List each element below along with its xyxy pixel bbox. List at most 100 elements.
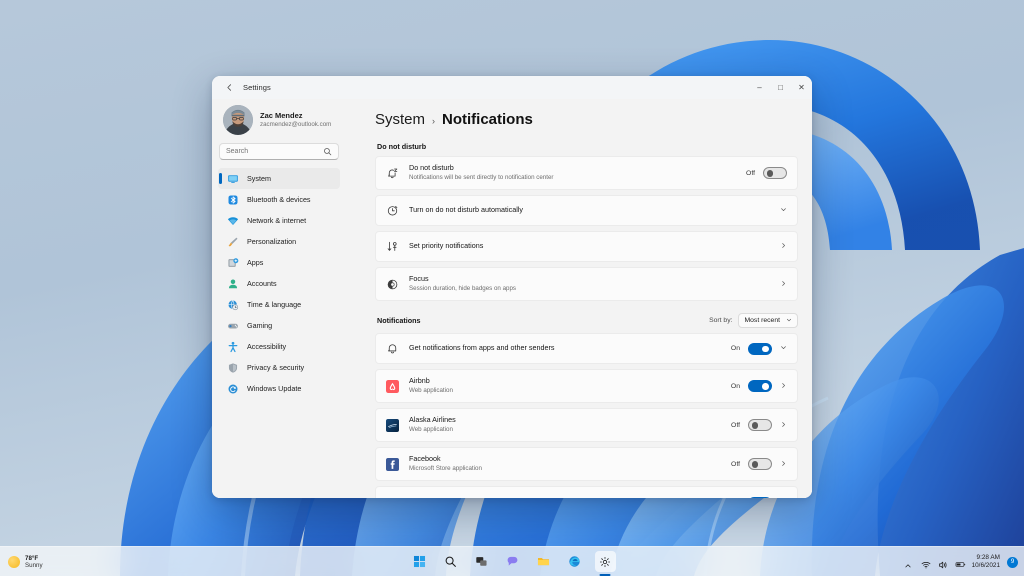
card-get-notifications[interactable]: Get notifications from apps and other se… [375, 333, 798, 364]
sidebar-item-windows-update[interactable]: Windows Update [218, 378, 340, 399]
tray-expand-chevron-icon[interactable] [904, 557, 914, 567]
card-app-facebook[interactable]: Facebook Microsoft Store application Off [375, 447, 798, 481]
gamepad-icon [227, 320, 239, 332]
card-focus[interactable]: Focus Session duration, hide badges on a… [375, 267, 798, 301]
taskbar-apps [409, 551, 616, 572]
sidebar-item-privacy-security[interactable]: Privacy & security [218, 357, 340, 378]
microsoft-teams-toggle[interactable] [748, 497, 772, 498]
chevron-down-icon[interactable] [780, 206, 787, 215]
chat-button[interactable] [502, 551, 523, 572]
start-button[interactable] [409, 551, 430, 572]
update-icon [227, 383, 239, 395]
search-button[interactable] [440, 551, 461, 572]
airbnb-toggle[interactable] [748, 380, 772, 392]
sidebar-item-gaming[interactable]: Gaming [218, 315, 340, 336]
card-texts: Turn on do not disturb automatically [409, 206, 770, 215]
system-tray: 9:28 AM 10/6/2021 9 [904, 547, 1018, 576]
shield-icon [227, 362, 239, 374]
card-app-microsoft-teams[interactable]: Microsoft Teams On [375, 486, 798, 498]
sidebar: Zac Mendez zacmendez@outlook.com Search [212, 99, 346, 498]
sort-by-dropdown[interactable]: Most recent [738, 313, 798, 328]
monitor-icon [227, 173, 239, 185]
notifications-section-header: Notifications Sort by: Most recent [377, 313, 798, 328]
clock-date: 10/6/2021 [972, 562, 1000, 570]
back-arrow-icon[interactable] [218, 79, 240, 97]
sort-by-value: Most recent [744, 317, 780, 324]
search-placeholder: Search [226, 148, 323, 155]
card-subtitle: Web application [409, 426, 721, 433]
microsoft-teams-icon [386, 497, 399, 499]
sidebar-item-time-language[interactable]: Time & language [218, 294, 340, 315]
card-controls [780, 206, 787, 215]
weather-widget[interactable]: 78°F Sunny [8, 547, 43, 576]
get-notifications-toggle[interactable] [748, 343, 772, 355]
gear-icon [599, 556, 611, 568]
sidebar-item-accounts[interactable]: Accounts [218, 273, 340, 294]
maximize-button[interactable]: □ [770, 76, 791, 99]
alaska-airlines-toggle[interactable] [748, 419, 772, 431]
clock-time: 9:28 AM [977, 554, 1000, 562]
window-title: Settings [243, 83, 271, 92]
close-button[interactable]: ✕ [791, 76, 812, 99]
sidebar-item-label: Personalization [247, 237, 296, 246]
sidebar-item-label: Apps [247, 258, 263, 267]
sidebar-item-apps[interactable]: Apps [218, 252, 340, 273]
search-icon [323, 147, 332, 156]
toggle-state-label: Off [731, 461, 740, 468]
sidebar-item-system[interactable]: System [218, 168, 340, 189]
chevron-down-icon[interactable] [780, 344, 787, 353]
sidebar-item-label: Bluetooth & devices [247, 195, 311, 204]
chevron-right-icon[interactable] [780, 382, 787, 391]
card-texts: Set priority notifications [409, 242, 770, 251]
breadcrumb-parent[interactable]: System [375, 111, 425, 128]
card-set-priority-notifications[interactable]: Set priority notifications [375, 231, 798, 262]
chevron-down-icon [786, 317, 792, 325]
minimize-button[interactable]: – [749, 76, 770, 99]
alaska-airlines-icon [386, 419, 399, 432]
account-block[interactable]: Zac Mendez zacmendez@outlook.com [218, 99, 340, 143]
battery-icon[interactable] [955, 557, 965, 567]
card-subtitle: Web application [409, 387, 721, 394]
card-app-airbnb[interactable]: Airbnb Web application On [375, 369, 798, 403]
chevron-right-icon[interactable] [780, 460, 787, 469]
volume-icon[interactable] [938, 557, 948, 567]
card-controls: Off [731, 458, 787, 470]
search-input[interactable]: Search [219, 143, 339, 160]
file-explorer-button[interactable] [533, 551, 554, 572]
sidebar-item-accessibility[interactable]: Accessibility [218, 336, 340, 357]
weather-text: 78°F Sunny [25, 555, 43, 570]
globe-clock-icon [227, 299, 239, 311]
wifi-icon[interactable] [921, 557, 931, 567]
search-icon [444, 555, 457, 568]
chevron-right-icon[interactable] [780, 421, 787, 430]
card-subtitle: Session duration, hide badges on apps [409, 285, 770, 292]
sidebar-item-bluetooth-devices[interactable]: Bluetooth & devices [218, 189, 340, 210]
settings-button[interactable] [595, 551, 616, 572]
card-controls: On [731, 380, 787, 392]
task-view-button[interactable] [471, 551, 492, 572]
card-controls: Off [731, 419, 787, 431]
card-turn-on-dnd-automatically[interactable]: Turn on do not disturb automatically [375, 195, 798, 226]
priority-sort-icon [386, 240, 399, 253]
notification-count-badge[interactable]: 9 [1007, 557, 1018, 568]
folder-icon [537, 555, 550, 568]
facebook-toggle[interactable] [748, 458, 772, 470]
taskbar: 78°F Sunny [0, 546, 1024, 576]
card-controls [780, 242, 787, 251]
sort-by-label: Sort by: [709, 317, 732, 324]
do-not-disturb-heading: Do not disturb [377, 142, 798, 151]
toggle-state-label: On [731, 345, 740, 352]
card-title: Airbnb [409, 377, 721, 386]
chevron-right-icon[interactable] [780, 242, 787, 251]
card-texts: Focus Session duration, hide badges on a… [409, 275, 770, 293]
do-not-disturb-toggle[interactable] [763, 167, 787, 179]
sidebar-item-label: Accessibility [247, 342, 286, 351]
card-do-not-disturb[interactable]: Do not disturb Notifications will be sen… [375, 156, 798, 190]
card-app-alaska-airlines[interactable]: Alaska Airlines Web application Off [375, 408, 798, 442]
clock[interactable]: 9:28 AM 10/6/2021 [972, 554, 1000, 570]
sidebar-item-personalization[interactable]: Personalization [218, 231, 340, 252]
chevron-right-icon[interactable] [780, 280, 787, 289]
bluetooth-icon [227, 194, 239, 206]
edge-button[interactable] [564, 551, 585, 572]
sidebar-item-network-internet[interactable]: Network & internet [218, 210, 340, 231]
